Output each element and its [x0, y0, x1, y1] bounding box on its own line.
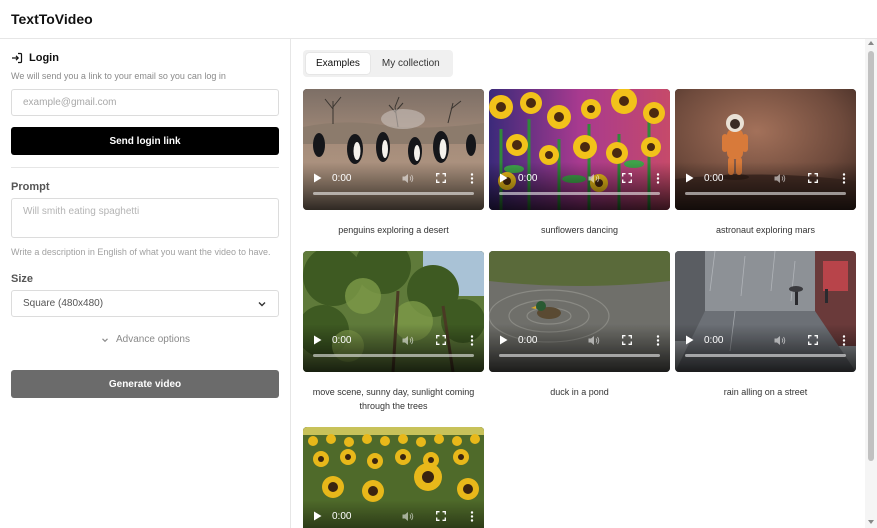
login-hint: We will send you a link to your email so…	[11, 71, 226, 81]
video-player[interactable]: 0:00	[675, 89, 856, 210]
sidebar: Login We will send you a link to your em…	[0, 39, 291, 528]
video-time: 0:00	[704, 334, 724, 346]
more-options-icon[interactable]	[470, 510, 474, 522]
video-controls: 0:00	[303, 324, 484, 372]
volume-icon[interactable]	[402, 173, 414, 184]
size-select-value: Square (480x480)	[23, 298, 104, 309]
video-card: 0:00 move scene, sunny day, sunlight com…	[303, 251, 484, 413]
volume-icon[interactable]	[402, 335, 414, 346]
video-player[interactable]: 0:00	[303, 427, 484, 528]
generate-video-button[interactable]: Generate video	[11, 370, 279, 398]
video-progress-bar[interactable]	[685, 192, 846, 195]
video-controls: 0:00	[675, 162, 856, 210]
video-card: 0:00 sunflowers dancing	[489, 89, 670, 237]
fullscreen-icon[interactable]	[622, 335, 632, 345]
video-player[interactable]: 0:00	[303, 89, 484, 210]
prompt-label: Prompt	[11, 181, 50, 193]
fullscreen-icon[interactable]	[622, 173, 632, 183]
video-progress-bar[interactable]	[499, 192, 660, 195]
video-controls: 0:00	[303, 162, 484, 210]
fullscreen-icon[interactable]	[808, 173, 818, 183]
tab-my-collection[interactable]: My collection	[372, 53, 450, 74]
scroll-down-arrow[interactable]	[868, 520, 874, 524]
app-title: TextToVideo	[11, 11, 93, 27]
top-bar: TextToVideo	[0, 0, 877, 39]
login-title: Login	[29, 52, 59, 64]
video-player[interactable]: 0:00	[303, 251, 484, 372]
prompt-input[interactable]	[11, 198, 279, 238]
video-caption: rain alling on a street	[723, 387, 808, 397]
volume-icon[interactable]	[588, 173, 600, 184]
video-caption: duck in a pond	[550, 387, 609, 397]
video-time: 0:00	[332, 172, 352, 184]
video-controls: 0:00	[675, 324, 856, 372]
play-icon[interactable]	[313, 173, 322, 183]
chevron-down-icon	[102, 337, 108, 342]
video-controls: 0:00	[489, 324, 670, 372]
more-options-icon[interactable]	[656, 334, 660, 346]
fullscreen-icon[interactable]	[436, 335, 446, 345]
fullscreen-icon[interactable]	[436, 173, 446, 183]
tab-examples[interactable]: Examples	[306, 53, 370, 74]
video-time: 0:00	[332, 510, 352, 522]
volume-icon[interactable]	[774, 173, 786, 184]
main-content: Examples My collection 0:00 penguins exp…	[292, 39, 865, 528]
video-controls: 0:00	[303, 500, 484, 528]
volume-icon[interactable]	[774, 335, 786, 346]
video-player[interactable]: 0:00	[489, 89, 670, 210]
more-options-icon[interactable]	[842, 172, 846, 184]
size-select[interactable]: Square (480x480)	[11, 290, 279, 317]
video-progress-bar[interactable]	[313, 192, 474, 195]
play-icon[interactable]	[499, 335, 508, 345]
video-card: 0:00 duck in a pond	[489, 251, 670, 399]
video-card: 0:00 astronaut exploring mars	[675, 89, 856, 237]
scrollbar-thumb[interactable]	[868, 51, 874, 461]
video-card: 0:00 penguins exploring a desert	[303, 89, 484, 237]
video-player[interactable]: 0:00	[675, 251, 856, 372]
chevron-down-icon	[258, 301, 266, 306]
video-time: 0:00	[518, 172, 538, 184]
more-options-icon[interactable]	[656, 172, 660, 184]
video-card: 0:00 rain alling on a street	[675, 251, 856, 399]
video-progress-bar[interactable]	[499, 354, 660, 357]
play-icon[interactable]	[685, 335, 694, 345]
video-progress-bar[interactable]	[685, 354, 846, 357]
login-icon	[12, 52, 23, 64]
volume-icon[interactable]	[402, 511, 414, 522]
email-field[interactable]	[11, 89, 279, 116]
video-card: 0:00	[303, 427, 484, 528]
fullscreen-icon[interactable]	[436, 511, 446, 521]
volume-icon[interactable]	[588, 335, 600, 346]
video-time: 0:00	[518, 334, 538, 346]
video-player[interactable]: 0:00	[489, 251, 670, 372]
video-time: 0:00	[704, 172, 724, 184]
video-progress-bar[interactable]	[313, 354, 474, 357]
play-icon[interactable]	[499, 173, 508, 183]
play-icon[interactable]	[685, 173, 694, 183]
video-caption: sunflowers dancing	[540, 225, 619, 235]
video-controls: 0:00	[489, 162, 670, 210]
play-icon[interactable]	[313, 511, 322, 521]
login-header: Login	[11, 52, 59, 64]
divider	[11, 167, 279, 168]
prompt-hint: Write a description in English of what y…	[11, 247, 271, 257]
advance-options-label: Advance options	[116, 334, 190, 345]
video-time: 0:00	[332, 334, 352, 346]
play-icon[interactable]	[313, 335, 322, 345]
scroll-up-arrow[interactable]	[868, 41, 874, 45]
video-caption: astronaut exploring mars	[715, 225, 816, 235]
more-options-icon[interactable]	[470, 334, 474, 346]
video-caption: penguins exploring a desert	[338, 225, 449, 235]
more-options-icon[interactable]	[470, 172, 474, 184]
scrollbar[interactable]	[865, 39, 877, 528]
video-caption: move scene, sunny day, sunlight coming t…	[312, 387, 475, 411]
advance-options-toggle[interactable]: Advance options	[0, 334, 291, 345]
fullscreen-icon[interactable]	[808, 335, 818, 345]
send-login-link-button[interactable]: Send login link	[11, 127, 279, 155]
size-label: Size	[11, 273, 34, 285]
tab-bar: Examples My collection	[303, 50, 453, 77]
more-options-icon[interactable]	[842, 334, 846, 346]
